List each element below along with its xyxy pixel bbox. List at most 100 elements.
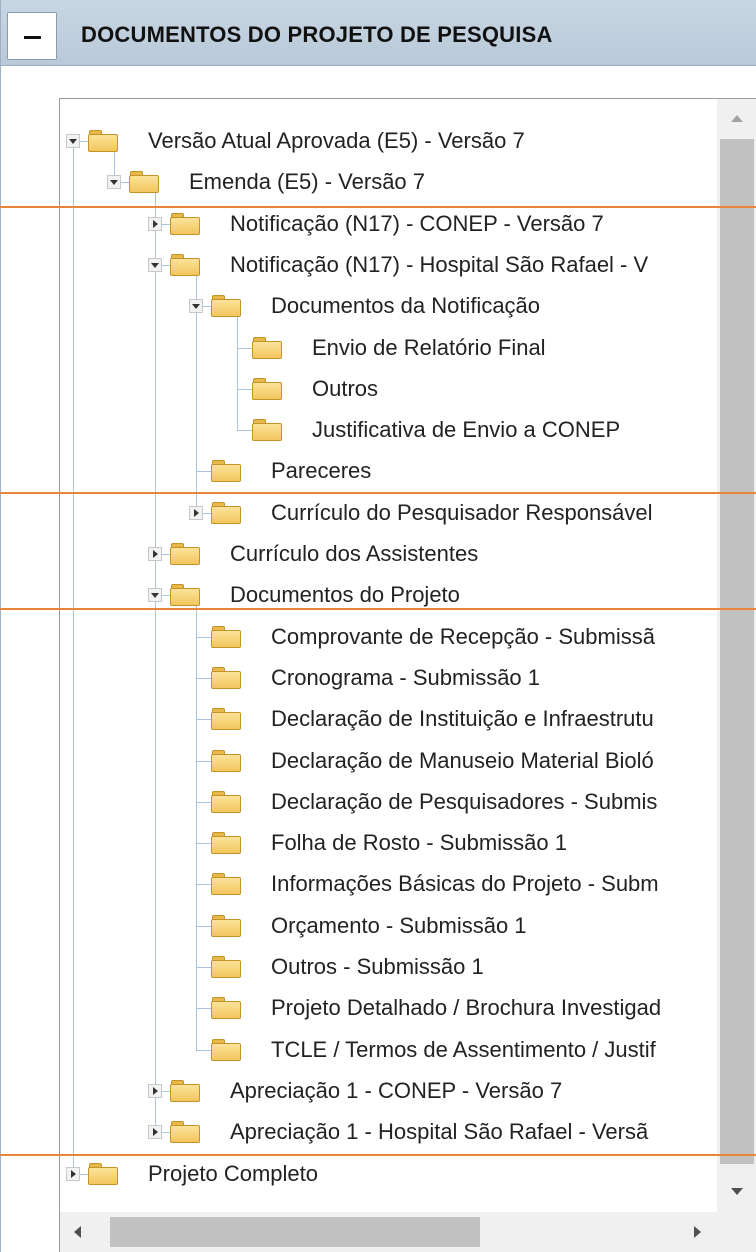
tree-node-label[interactable]: Outros — [312, 369, 378, 409]
tree-node[interactable]: Comprovante de Recepção - Submissã — [60, 617, 718, 657]
tree-node-label[interactable]: Notificação (N17) - Hospital São Rafael … — [230, 245, 648, 285]
tree-node-label[interactable]: TCLE / Termos de Assentimento / Justif — [271, 1030, 656, 1070]
triangle-down-icon — [110, 180, 118, 186]
tree-node[interactable]: Declaração de Pesquisadores - Submis — [60, 782, 718, 822]
collapse-node-toggle[interactable] — [66, 134, 80, 148]
tree-node-label[interactable]: Projeto Detalhado / Brochura Investigad — [271, 988, 661, 1028]
collapse-node-toggle[interactable] — [148, 257, 162, 272]
tree-node[interactable]: Outros — [60, 369, 718, 409]
expand-node-toggle[interactable] — [148, 1125, 162, 1140]
tree-node[interactable]: Justificativa de Envio a CONEP — [60, 410, 718, 450]
tree-node-label[interactable]: Documentos da Notificação — [271, 286, 540, 326]
folder-icon-body — [211, 1001, 241, 1020]
expand-node-toggle[interactable] — [66, 1166, 80, 1181]
folder-icon-body — [88, 134, 118, 152]
folder-icon — [211, 956, 241, 978]
scroll-right-button[interactable] — [677, 1212, 717, 1252]
collapse-button[interactable] — [7, 12, 57, 60]
tree-node[interactable]: Projeto Detalhado / Brochura Investigad — [60, 988, 718, 1028]
folder-icon — [211, 832, 241, 855]
tree-node[interactable]: Documentos da Notificação — [60, 286, 718, 326]
folder-icon — [211, 997, 241, 1020]
triangle-down-icon — [151, 262, 159, 268]
tree-node-label[interactable]: Projeto Completo — [148, 1154, 318, 1194]
tree-node[interactable]: Notificação (N17) - Hospital São Rafael … — [60, 245, 718, 285]
tree-node[interactable]: Currículo dos Assistentes — [60, 534, 718, 574]
folder-icon-body — [211, 505, 241, 524]
folder-icon-body — [170, 216, 200, 235]
tree-node[interactable]: Currículo do Pesquisador Responsável — [60, 493, 718, 533]
tree-node[interactable]: Projeto Completo — [60, 1154, 718, 1194]
tree-node-label[interactable]: Apreciação 1 - CONEP - Versão 7 — [230, 1071, 562, 1111]
vertical-scrollbar[interactable] — [717, 99, 756, 1212]
tree-node-label[interactable]: Orçamento - Submissão 1 — [271, 906, 527, 946]
tree-node[interactable]: Declaração de Manuseio Material Bioló — [60, 741, 718, 781]
horizontal-scroll-thumb[interactable] — [110, 1217, 480, 1247]
tree-node[interactable]: Apreciação 1 - Hospital São Rafael - Ver… — [60, 1112, 718, 1152]
triangle-down-icon — [151, 593, 159, 599]
tree-node[interactable]: Informações Básicas do Projeto - Subm — [60, 864, 718, 904]
tree-node[interactable]: Pareceres — [60, 451, 718, 491]
folder-icon — [170, 253, 200, 276]
scroll-down-button[interactable] — [717, 1172, 756, 1212]
folder-icon-body — [170, 257, 200, 276]
tree-node-label[interactable]: Folha de Rosto - Submissão 1 — [271, 823, 567, 863]
tree-node-label[interactable]: Currículo dos Assistentes — [230, 534, 478, 574]
tree-node-label[interactable]: Emenda (E5) - Versão 7 — [189, 162, 425, 202]
folder-icon — [211, 873, 241, 896]
collapse-node-toggle[interactable] — [148, 588, 162, 603]
tree-node-label[interactable]: Pareceres — [271, 451, 371, 491]
folder-icon — [211, 749, 241, 772]
triangle-down-icon — [69, 139, 77, 144]
tree-node[interactable]: Versão Atual Aprovada (E5) - Versão 7 — [60, 121, 718, 161]
folder-icon — [170, 212, 200, 235]
tree-node[interactable]: Envio de Relatório Final — [60, 328, 718, 368]
folder-icon — [170, 1079, 200, 1102]
overlay-line — [0, 206, 756, 208]
folder-icon-body — [211, 918, 241, 937]
tree-node[interactable]: Folha de Rosto - Submissão 1 — [60, 823, 718, 863]
tree-node-label[interactable]: Currículo do Pesquisador Responsável — [271, 493, 653, 533]
tree-node-label[interactable]: Apreciação 1 - Hospital São Rafael - Ver… — [230, 1112, 648, 1152]
expand-node-toggle[interactable] — [189, 505, 203, 520]
tree-node[interactable]: Emenda (E5) - Versão 7 — [60, 162, 718, 202]
tree-node[interactable]: Declaração de Instituição e Infraestrutu — [60, 699, 718, 739]
folder-icon-body — [170, 588, 200, 607]
tree-node[interactable]: Apreciação 1 - CONEP - Versão 7 — [60, 1071, 718, 1111]
expand-node-toggle[interactable] — [148, 216, 162, 231]
minus-icon — [24, 36, 41, 39]
folder-icon — [211, 1038, 241, 1061]
scroll-left-button[interactable] — [60, 1212, 100, 1252]
folder-icon-body — [211, 794, 241, 813]
tree-node-label[interactable]: Cronograma - Submissão 1 — [271, 658, 540, 698]
vertical-scroll-thumb[interactable] — [720, 139, 754, 1164]
scroll-up-button[interactable] — [717, 99, 756, 139]
tree-node-label[interactable]: Declaração de Manuseio Material Bioló — [271, 741, 654, 781]
tree-node[interactable]: TCLE / Termos de Assentimento / Justif — [60, 1030, 718, 1070]
folder-icon-body — [211, 670, 241, 689]
folder-icon-body — [129, 175, 159, 194]
triangle-right-icon — [153, 550, 158, 558]
tree-node[interactable]: Notificação (N17) - CONEP - Versão 7 — [60, 204, 718, 244]
tree-node[interactable]: Cronograma - Submissão 1 — [60, 658, 718, 698]
collapse-node-toggle[interactable] — [189, 299, 203, 314]
triangle-down-icon — [192, 304, 200, 310]
expand-node-toggle[interactable] — [148, 547, 162, 561]
triangle-right-icon — [71, 1169, 76, 1178]
tree-node-label[interactable]: Versão Atual Aprovada (E5) - Versão 7 — [148, 121, 525, 161]
tree-node-label[interactable]: Comprovante de Recepção - Submissã — [271, 617, 655, 657]
tree-node-label[interactable]: Outros - Submissão 1 — [271, 947, 484, 987]
folder-icon — [211, 790, 241, 813]
horizontal-scrollbar[interactable] — [60, 1212, 717, 1252]
collapse-node-toggle[interactable] — [107, 175, 121, 190]
tree-node[interactable]: Outros - Submissão 1 — [60, 947, 718, 987]
tree-node-label[interactable]: Notificação (N17) - CONEP - Versão 7 — [230, 204, 604, 244]
tree-node-label[interactable]: Justificativa de Envio a CONEP — [312, 410, 620, 450]
tree-node[interactable]: Orçamento - Submissão 1 — [60, 906, 718, 946]
tree-node-label[interactable]: Envio de Relatório Final — [312, 328, 546, 368]
tree-node-label[interactable]: Declaração de Pesquisadores - Submis — [271, 782, 657, 822]
folder-icon — [170, 543, 200, 565]
tree-node-label[interactable]: Informações Básicas do Projeto - Subm — [271, 864, 659, 904]
tree-node-label[interactable]: Declaração de Instituição e Infraestrutu — [271, 699, 654, 739]
expand-node-toggle[interactable] — [148, 1083, 162, 1098]
